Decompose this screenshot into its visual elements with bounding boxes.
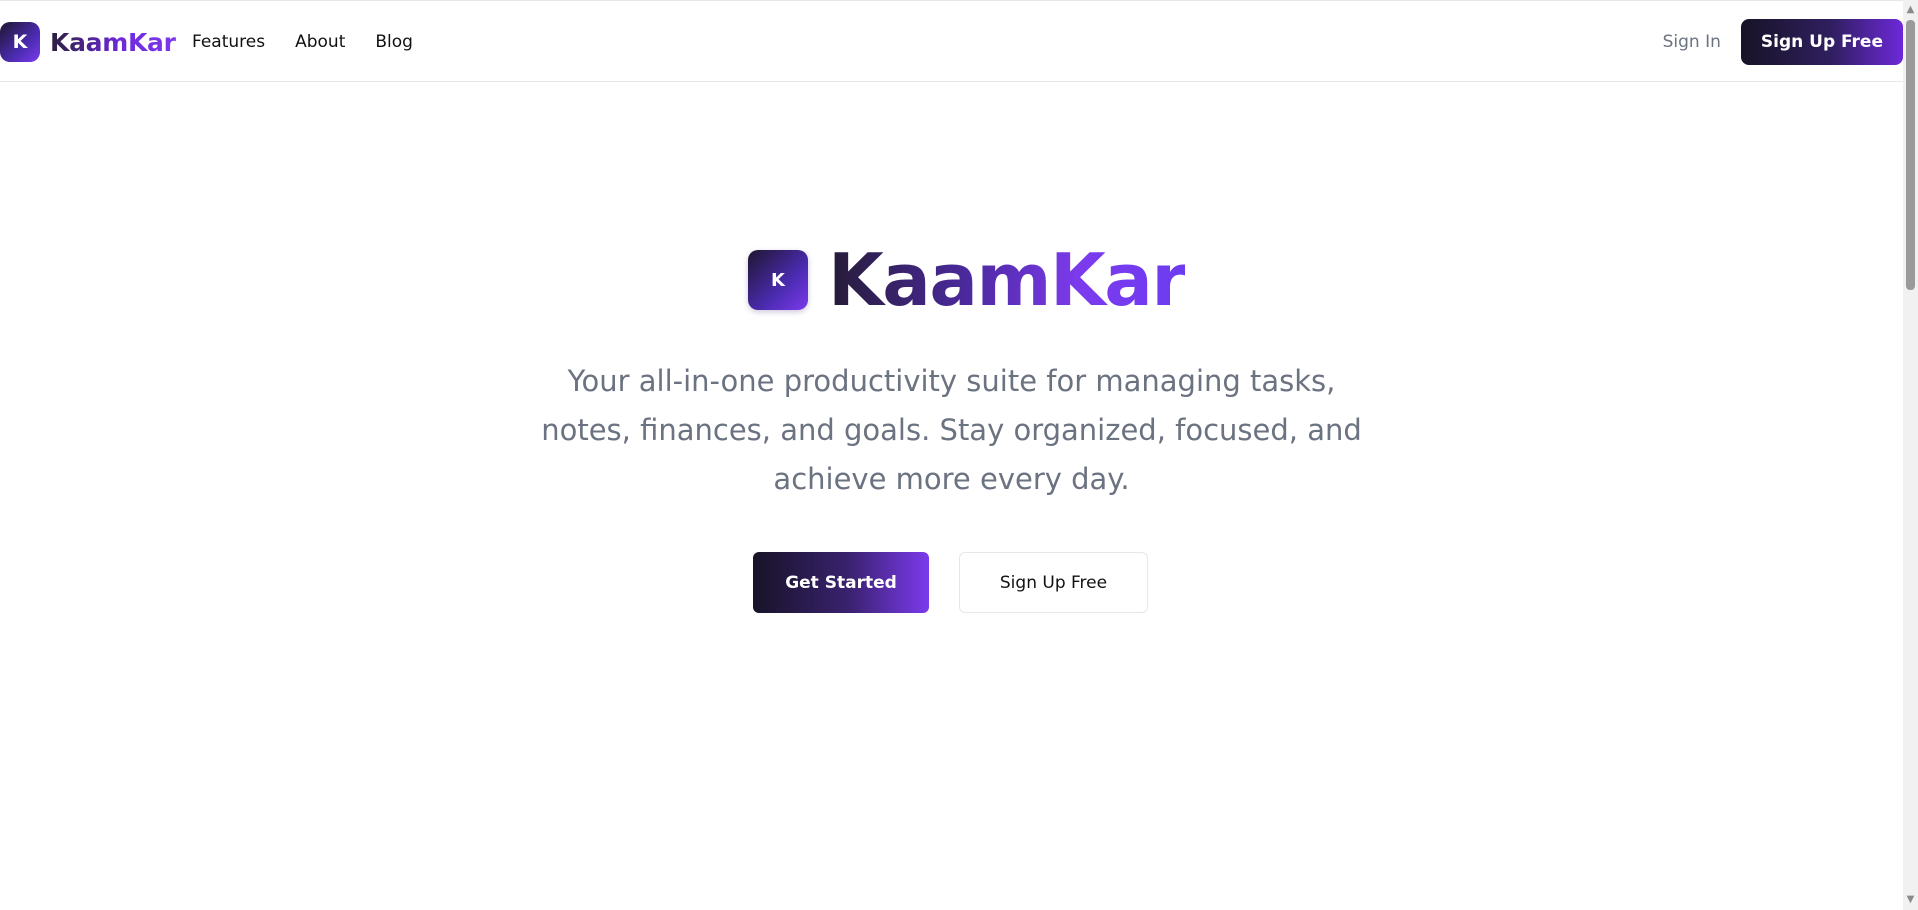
nav-link-blog[interactable]: Blog: [375, 32, 413, 52]
brand-logo-letter: K: [12, 31, 28, 53]
brand-home-link[interactable]: K KaamKar: [0, 21, 176, 63]
hero-heading: K KaamKar: [748, 238, 1187, 322]
top-navbar: K KaamKar Features About Blog Sign In Si…: [0, 0, 1903, 82]
page-viewport: K KaamKar Features About Blog Sign In Si…: [0, 0, 1903, 910]
nav-link-features[interactable]: Features: [192, 32, 265, 52]
sign-up-button[interactable]: Sign Up Free: [1740, 19, 1903, 65]
main-nav: Features About Blog: [192, 1, 413, 83]
hero-title: KaamKar: [828, 238, 1187, 322]
brand-logo-icon: K: [0, 22, 40, 62]
chevron-up-icon[interactable]: ▲: [1905, 3, 1916, 17]
scrollbar-thumb[interactable]: [1906, 20, 1915, 290]
hero-logo-letter: K: [771, 269, 785, 291]
hero-cta-group: Get Started Sign Up Free: [753, 552, 1148, 613]
sign-in-link[interactable]: Sign In: [1663, 32, 1721, 52]
hero-logo-icon: K: [748, 250, 808, 310]
get-started-button[interactable]: Get Started: [753, 552, 929, 613]
page-scrollbar[interactable]: ▲ ▼: [1903, 0, 1918, 910]
brand-name: KaamKar: [50, 27, 176, 57]
hero-sign-up-button[interactable]: Sign Up Free: [959, 552, 1148, 613]
chevron-down-icon[interactable]: ▼: [1905, 893, 1916, 907]
nav-link-about[interactable]: About: [295, 32, 345, 52]
hero-description: Your all-in-one productivity suite for m…: [541, 364, 1362, 496]
header-actions: Sign In Sign Up Free: [1663, 19, 1903, 65]
